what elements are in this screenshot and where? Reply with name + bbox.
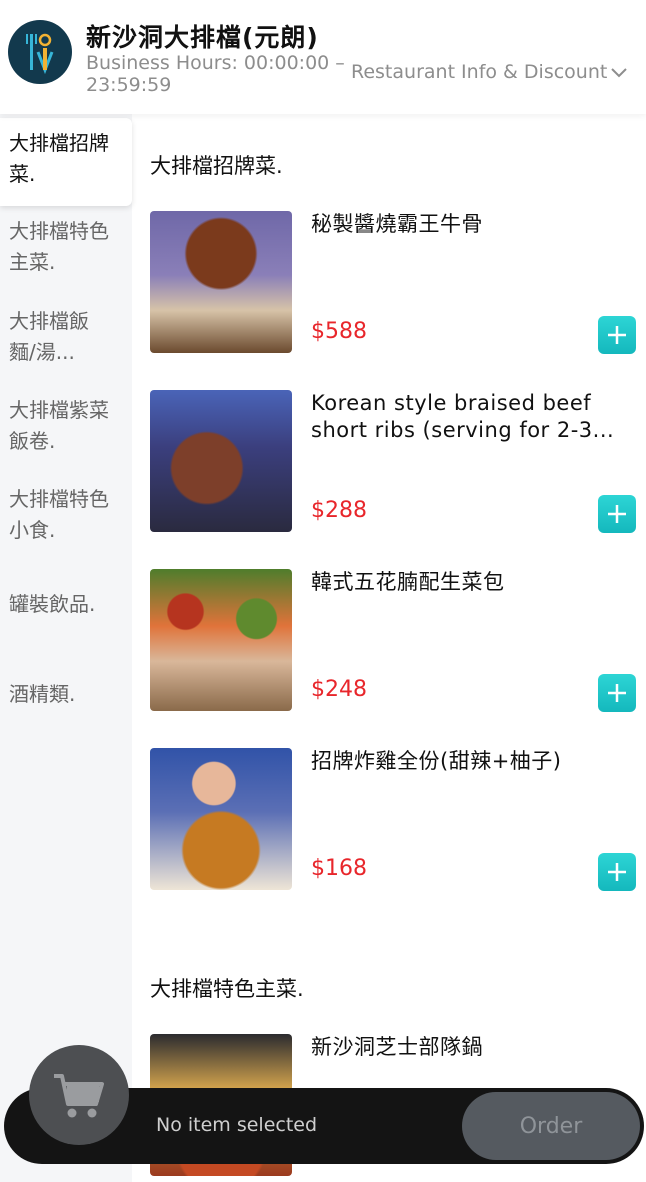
category-sidebar: 大排檔招牌菜. 大排檔特色主菜. 大排檔飯麵/湯... 大排檔紫菜飯卷. 大排檔… [0,114,132,1182]
item-name: Korean style braised beef short ribs (se… [311,391,615,442]
sidebar-item-rice-noodles[interactable]: 大排檔飯麵/湯... [0,306,110,368]
menu-item[interactable]: 韓式五花腩配生菜包 $248 [150,569,646,713]
add-to-cart-button[interactable] [598,495,636,533]
sidebar-item-kimbap[interactable]: 大排檔紫菜飯卷. [0,395,110,457]
menu-item[interactable]: 秘製醬燒霸王牛骨 $588 [150,211,646,355]
cart-status: No item selected [156,1114,318,1136]
plus-icon [608,684,626,702]
restaurant-info-label: Restaurant Info & Discount [351,61,608,83]
item-price: $168 [311,856,367,881]
header: 新沙洞大排檔(元朗) Business Hours: 00:00:00 – 23… [0,0,646,114]
item-name: 新沙洞芝士部隊鍋 [311,1035,483,1059]
section-title: 大排檔特色主菜. [150,977,304,1001]
item-photo [150,569,292,711]
logo-icon [8,20,72,84]
item-name: 秘製醬燒霸王牛骨 [311,212,483,236]
item-name: 招牌炸雞全份(甜辣+柚子) [311,749,562,773]
sidebar-item-signature[interactable]: 大排檔招牌菜. [0,118,132,206]
shop-name: 新沙洞大排檔(元朗) [86,23,319,52]
sidebar-item-main-dishes[interactable]: 大排檔特色主菜. [0,216,110,278]
item-photo [150,211,292,353]
add-to-cart-button[interactable] [598,674,636,712]
add-to-cart-button[interactable] [598,853,636,891]
item-price: $588 [311,319,367,344]
item-photo [150,390,292,532]
sidebar-item-canned-drinks[interactable]: 罐裝飲品. [0,589,132,620]
restaurant-info-link[interactable]: Restaurant Info & Discount [351,61,628,83]
section-title: 大排檔招牌菜. [150,154,283,178]
cart-icon [54,1074,104,1118]
sidebar-item-alcohol[interactable]: 酒精類. [0,679,132,710]
cart-button[interactable] [29,1045,129,1145]
item-price: $288 [311,498,367,523]
item-photo [150,748,292,890]
order-button[interactable]: Order [462,1092,640,1160]
item-price: $248 [311,677,367,702]
add-to-cart-button[interactable] [598,316,636,354]
menu-item[interactable]: Korean style braised beef short ribs (se… [150,390,646,534]
sidebar-item-snacks[interactable]: 大排檔特色小食. [0,484,110,546]
plus-icon [608,863,626,881]
menu-item[interactable]: 招牌炸雞全份(甜辣+柚子) $168 [150,748,646,892]
business-hours: Business Hours: 00:00:00 – 23:59:59 [86,52,345,96]
chevron-down-icon [611,61,628,83]
item-name: 韓式五花腩配生菜包 [311,570,505,594]
plus-icon [608,326,626,344]
plus-icon [608,505,626,523]
